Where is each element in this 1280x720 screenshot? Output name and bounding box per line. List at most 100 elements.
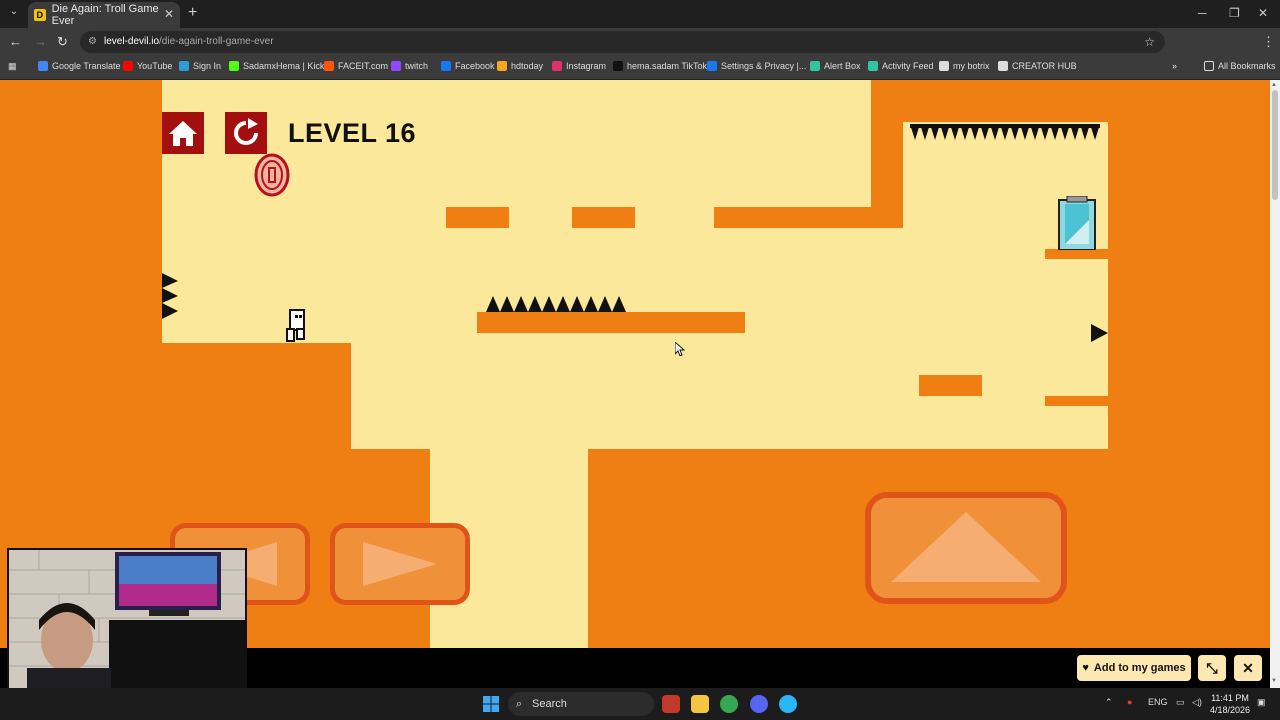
active-tab[interactable]: D Die Again: Troll Game Ever ✕	[28, 2, 180, 28]
volume-icon[interactable]: ◁)	[1192, 697, 1202, 708]
app-icon[interactable]	[779, 695, 797, 713]
bookmark-item[interactable]: Alert Box	[810, 61, 861, 71]
windows-taskbar: ⌕ Search ⌃ ● ENG ▭ ◁) 11:41 PM 4/18/2026…	[0, 688, 1280, 720]
apps-grid-icon[interactable]: ▦	[8, 61, 17, 72]
more-bookmarks-icon[interactable]: »	[1172, 61, 1177, 71]
platform	[572, 207, 635, 228]
voicemeeter-icon[interactable]	[662, 695, 680, 713]
discord-icon[interactable]	[750, 695, 768, 713]
bookmark-label: CREATOR HUB	[1012, 61, 1077, 71]
bookmark-item[interactable]: Facebook	[441, 61, 495, 71]
notifications-icon[interactable]: ▣	[1257, 697, 1266, 708]
bookmark-favicon-icon	[552, 61, 562, 71]
bookmark-item[interactable]: hema.sadam TikTok	[613, 61, 707, 71]
scroll-up-icon[interactable]: ▲	[1271, 82, 1277, 88]
expand-icon[interactable]: ⤡	[1198, 655, 1226, 681]
bookmark-item[interactable]: hdtoday	[497, 61, 543, 71]
browser-tabstrip: ⌄ D Die Again: Troll Game Ever ✕ + ─ ❐ ✕	[0, 0, 1280, 28]
bookmark-item[interactable]: Instagram	[552, 61, 606, 71]
new-tab-icon[interactable]: +	[188, 4, 197, 22]
clock-date: 4/18/2026	[1209, 705, 1251, 715]
bookmark-item[interactable]: my botrix	[939, 61, 990, 71]
taskbar-search[interactable]: ⌕ Search	[508, 692, 654, 716]
file-explorer-icon[interactable]	[691, 695, 709, 713]
language-indicator[interactable]: ENG	[1148, 697, 1168, 707]
page-scrollbar[interactable]: ▲ ▼	[1270, 80, 1280, 688]
bookmark-item[interactable]: SadamxHema | Kick	[229, 61, 324, 71]
heart-icon: ♥	[1082, 662, 1089, 674]
bookmark-label: Sign In	[193, 61, 222, 71]
chrome-icon[interactable]	[720, 695, 738, 713]
navigation-bar: ← → ↻ ⚙ level-devil.io/die-again-troll-g…	[0, 28, 1280, 76]
bookmark-favicon-icon	[810, 61, 820, 71]
search-icon: ⌕	[516, 698, 523, 710]
forward-icon[interactable]: →	[34, 34, 47, 49]
tab-title: Die Again: Troll Game Ever	[51, 3, 159, 27]
microphone-icon[interactable]: ●	[1127, 697, 1132, 707]
bookmark-label: Instagram	[566, 61, 607, 71]
scroll-down-icon[interactable]: ▼	[1271, 678, 1277, 684]
bookmark-label: Facebook	[455, 61, 495, 71]
minimize-icon[interactable]: ─	[1198, 6, 1207, 20]
platform	[919, 375, 982, 396]
level-title: LEVEL 16	[288, 118, 417, 148]
tray-overflow-icon[interactable]: ⌃	[1105, 697, 1113, 708]
right-control-button[interactable]	[330, 523, 470, 605]
bookmark-item[interactable]: CREATOR HUB	[998, 61, 1077, 71]
right-arrow-icon	[363, 542, 437, 586]
scroll-thumb[interactable]	[1272, 90, 1278, 200]
platform	[714, 207, 903, 228]
floor-spikes	[486, 296, 626, 312]
bookmark-item[interactable]: twitch	[391, 61, 428, 71]
bookmark-favicon-icon	[707, 61, 717, 71]
mouse-cursor-icon	[675, 342, 685, 356]
jump-control-button[interactable]	[865, 492, 1067, 604]
site-info-icon[interactable]: ⚙	[88, 31, 97, 53]
menu-kebab-icon[interactable]: ⋮	[1262, 34, 1275, 50]
platform	[446, 207, 509, 228]
windows-start-icon[interactable]	[483, 696, 499, 712]
up-arrow-icon	[891, 512, 1041, 582]
all-bookmarks[interactable]: All Bookmarks	[1204, 61, 1276, 71]
bookmark-item[interactable]: FACEIT.com	[324, 61, 388, 71]
all-bookmarks-label: All Bookmarks	[1218, 61, 1276, 71]
close-icon[interactable]: ✕	[1234, 655, 1262, 681]
clock-time: 11:41 PM	[1211, 693, 1249, 703]
bookmark-item[interactable]: Settings & Privacy |...	[707, 61, 806, 71]
wall-spikes	[162, 273, 178, 319]
bookmark-favicon-icon	[441, 61, 451, 71]
platform	[477, 312, 745, 333]
tab-close-icon[interactable]: ✕	[164, 7, 174, 21]
bookmark-favicon-icon	[613, 61, 623, 71]
tab-search-icon[interactable]: ⌄	[6, 6, 22, 22]
address-host: level-devil.io	[104, 36, 160, 47]
network-icon[interactable]: ▭	[1176, 697, 1185, 708]
moving-spike	[1091, 324, 1108, 342]
bookmark-favicon-icon	[497, 61, 507, 71]
window-close-icon[interactable]: ✕	[1258, 6, 1268, 20]
player-character	[286, 309, 305, 342]
bookmark-label: twitch	[405, 61, 429, 71]
bookmark-star-icon[interactable]: ☆	[1144, 31, 1155, 53]
bookmark-item[interactable]: Sign In	[179, 61, 221, 71]
bookmark-label: hema.sadam TikTok	[627, 61, 708, 71]
exit-door-icon	[1058, 196, 1096, 250]
bookmark-favicon-icon	[324, 61, 334, 71]
bookmark-item[interactable]: Activity Feed	[868, 61, 934, 71]
back-icon[interactable]: ←	[9, 34, 22, 49]
coin-icon	[254, 153, 290, 197]
bookmark-item[interactable]: Google Translate	[38, 61, 121, 71]
restore-icon[interactable]: ❐	[1229, 6, 1240, 20]
bookmark-favicon-icon	[229, 61, 239, 71]
play-area	[351, 343, 1108, 449]
reload-icon[interactable]: ↻	[57, 34, 68, 50]
address-bar[interactable]: ⚙ level-devil.io/die-again-troll-game-ev…	[80, 31, 1165, 53]
bookmarks-bar: ▦ Google Translate YouTube Sign In SadamxHe…	[0, 56, 1280, 80]
bookmark-item[interactable]: YouTube	[123, 61, 172, 71]
add-to-my-games-button[interactable]: ♥ Add to my games	[1077, 655, 1191, 681]
bookmark-label: hdtoday	[511, 61, 544, 71]
home-button[interactable]	[162, 112, 204, 154]
bookmark-favicon-icon	[123, 61, 133, 71]
taskbar-clock[interactable]: 11:41 PM 4/18/2026	[1208, 692, 1252, 716]
restart-button[interactable]	[225, 112, 267, 154]
